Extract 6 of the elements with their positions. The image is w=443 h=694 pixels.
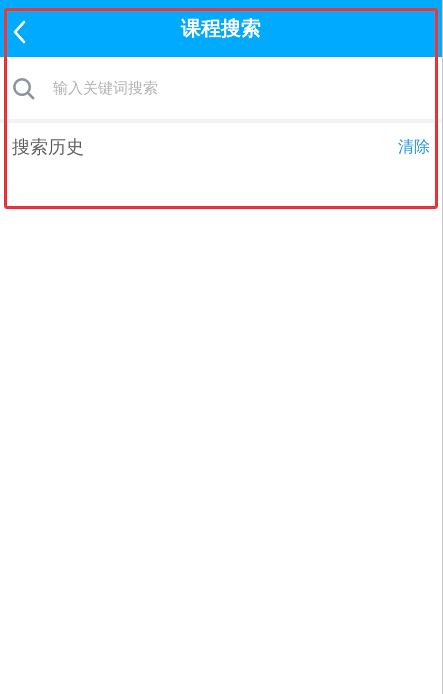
search-icon	[12, 76, 35, 100]
clear-link[interactable]: 清除	[398, 136, 430, 158]
history-heading: 搜索历史	[12, 136, 84, 159]
back-icon[interactable]	[12, 20, 26, 44]
search-field[interactable]: 输入关键词搜索	[51, 78, 355, 98]
page-title: 课程搜索	[181, 15, 261, 42]
